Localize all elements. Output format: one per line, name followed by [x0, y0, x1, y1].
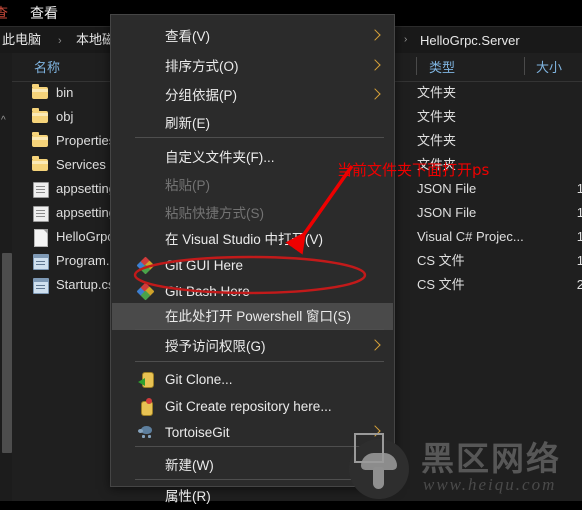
watermark-square-icon — [354, 433, 384, 463]
file-name: Properties — [56, 133, 116, 148]
menu-item-label: 授予访问权限(G) — [165, 339, 266, 354]
menu-separator — [135, 479, 384, 480]
folder-icon — [32, 84, 49, 101]
menu-item-label: 分组依据(P) — [165, 88, 237, 103]
file-name: obj — [56, 109, 74, 124]
tree-item-hellogrpc-server[interactable]: › HelloGrpc.Server — [396, 30, 582, 52]
file-name: Startup.cs — [56, 277, 115, 292]
ribbon-tab-view[interactable]: 查看 — [30, 3, 58, 23]
file-type: CS 文件 — [417, 253, 465, 268]
navigation-strip: ^ — [0, 53, 12, 501]
file-type: 文件夹 — [417, 109, 457, 124]
menu-item[interactable]: Git GUI Here — [112, 252, 393, 279]
ribbon-tab-clipped[interactable]: 查 — [0, 3, 8, 23]
config-icon — [32, 181, 49, 198]
file-type: 文件夹 — [417, 133, 457, 148]
menu-item[interactable]: 刷新(E) — [112, 110, 393, 137]
file-type: 文件夹 — [417, 85, 457, 100]
file-name: HelloGrpc — [56, 229, 114, 244]
file-type: Visual C# Projec... — [417, 229, 524, 244]
file-name: bin — [56, 85, 74, 100]
menu-separator — [135, 329, 384, 330]
menu-separator — [135, 446, 384, 447]
menu-item-label: 排序方式(O) — [165, 59, 239, 74]
annotation-note: 当前文件夹下面打开ps — [337, 161, 490, 179]
menu-item: 粘贴快捷方式(S) — [112, 200, 393, 227]
menu-item[interactable]: 分组依据(P) — [112, 82, 393, 109]
menu-item[interactable]: Git Clone... — [112, 366, 393, 393]
git-clone-icon — [138, 371, 155, 388]
menu-separator — [135, 361, 384, 362]
tortoise-icon — [138, 424, 155, 441]
file-size: 1 — [576, 205, 582, 220]
file-size: 1 — [576, 181, 582, 196]
collapse-chevron-icon[interactable]: ^ — [1, 115, 6, 126]
menu-separator — [135, 137, 384, 138]
column-divider[interactable] — [416, 57, 417, 75]
column-header-size[interactable]: 大小 — [536, 59, 562, 77]
menu-item-label: Git Clone... — [165, 372, 233, 387]
folder-icon — [32, 132, 49, 149]
tree-item-label: HelloGrpc.Server — [420, 33, 520, 48]
file-name: appsetting — [56, 205, 116, 220]
menu-item-label: 刷新(E) — [165, 116, 210, 131]
file-type: CS 文件 — [417, 277, 465, 292]
menu-item[interactable]: 在 Visual Studio 中打开(V) — [112, 226, 393, 253]
cs-file-icon — [32, 277, 49, 294]
menu-item[interactable]: Git Bash Here — [112, 278, 393, 305]
file-name: appsetting — [56, 181, 116, 196]
menu-item[interactable]: 在此处打开 Powershell 窗口(S) — [112, 303, 393, 330]
file-size: 1 — [576, 253, 582, 268]
menu-item-label: TortoiseGit — [165, 425, 230, 440]
file-size: 2 — [576, 277, 582, 292]
watermark-brand: 黑区网络 — [421, 439, 561, 478]
menu-item-label: 查看(V) — [165, 29, 210, 44]
file-size: 1 — [576, 229, 582, 244]
git-create-icon — [138, 398, 155, 416]
menu-item-label: 在此处打开 Powershell 窗口(S) — [165, 309, 352, 324]
chevron-right-icon — [369, 29, 381, 41]
context-menu: 查看(V) 排序方式(O) 分组依据(P) 刷新(E) 自定义文件夹(F)... 粘贴(P… — [110, 14, 395, 504]
column-header-name[interactable]: 名称 — [34, 59, 60, 77]
git-icon — [136, 282, 155, 301]
chevron-right-icon — [369, 339, 381, 351]
menu-item-label: 新建(W) — [165, 458, 214, 473]
chevron-right-icon — [369, 88, 381, 100]
breadcrumb-separator-icon: › — [58, 35, 62, 47]
git-icon — [136, 256, 155, 275]
file-name: Program.c — [56, 253, 116, 268]
menu-item-label: 粘贴(P) — [165, 178, 210, 193]
expand-chevron-icon[interactable]: › — [404, 34, 407, 45]
menu-item-label: 自定义文件夹(F)... — [165, 150, 275, 165]
breadcrumb-this-pc[interactable]: 此电脑 — [2, 31, 41, 49]
file-type: JSON File — [417, 181, 477, 196]
vertical-scrollbar-thumb[interactable] — [2, 253, 12, 453]
menu-item-label: 粘贴快捷方式(S) — [165, 206, 264, 221]
column-divider[interactable] — [524, 57, 525, 75]
menu-item[interactable]: 排序方式(O) — [112, 53, 393, 80]
file-type: JSON File — [417, 205, 477, 220]
menu-item-label: Git Bash Here — [165, 284, 250, 299]
config-icon — [32, 205, 49, 222]
folder-icon — [32, 156, 49, 173]
column-header-type[interactable]: 类型 — [429, 59, 455, 77]
menu-item-label: 在 Visual Studio 中打开(V) — [165, 232, 324, 247]
file-name: Services — [56, 157, 106, 172]
menu-item-label: Git GUI Here — [165, 258, 244, 273]
cs-file-icon — [32, 253, 49, 270]
menu-item[interactable]: Git Create repository here... — [112, 393, 393, 420]
watermark-logo-circle — [349, 433, 409, 499]
menu-item[interactable]: 查看(V) — [112, 23, 393, 50]
watermark-url: www.heiqu.com — [423, 475, 557, 494]
folder-icon — [32, 108, 49, 125]
chevron-right-icon — [369, 59, 381, 71]
explorer-window: 查 查看 此电脑 › 本地磁盘 ^ 名称 类型 大小 bin 文件夹 obj 文件夹 P… — [0, 0, 582, 504]
menu-item-label: Git Create repository here... — [165, 399, 332, 414]
document-icon — [32, 229, 49, 247]
menu-item-label: 属性(R) — [165, 489, 211, 504]
menu-item[interactable]: 授予访问权限(G) — [112, 333, 393, 360]
watermark: 黑区网络 www.heiqu.com — [349, 433, 582, 501]
